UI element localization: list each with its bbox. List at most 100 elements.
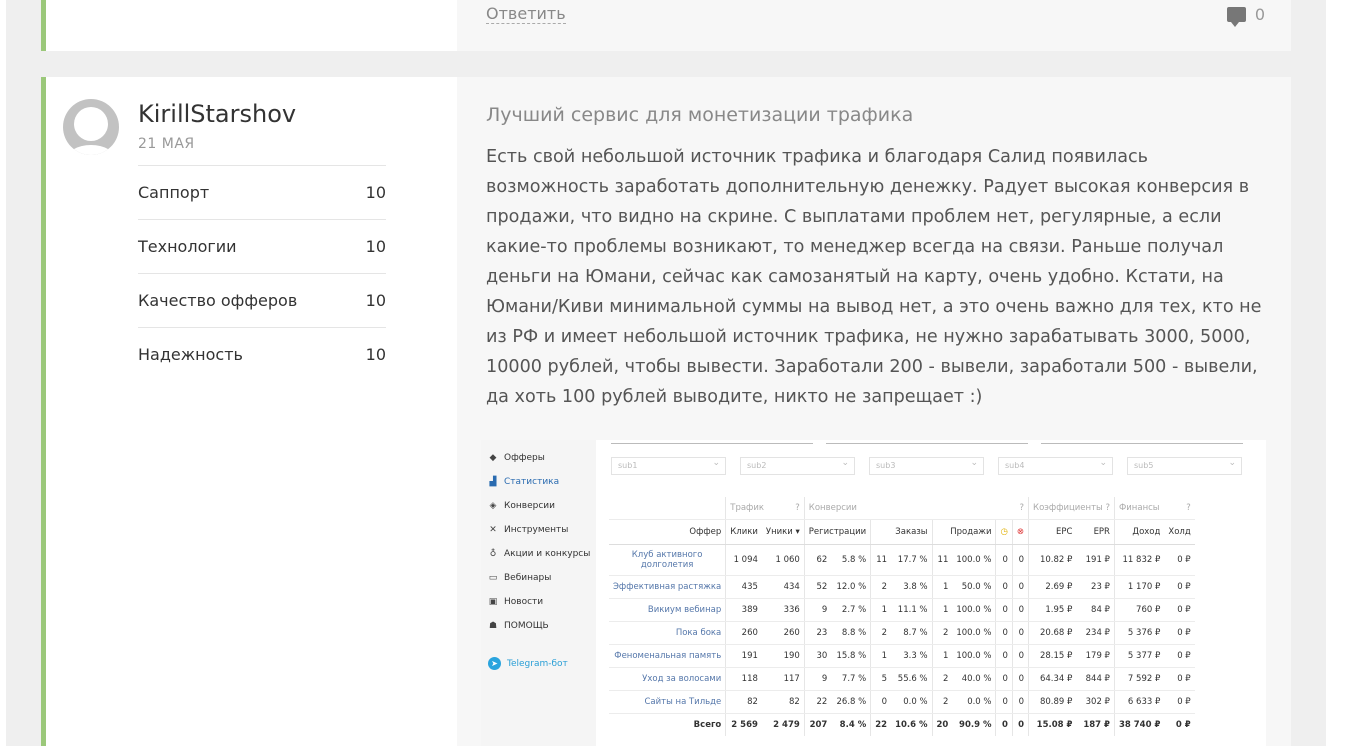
table-row: Пока бока 260 260 23 8.8 % 2 8.7 % 2 100.0 % 0 0 20… [609,621,1195,645]
table-cell-orders-pct: 55.6 % [891,667,933,691]
table-cell-income: 7 592 ₽ [1113,667,1165,691]
table-cell-sales: 20 [931,713,953,736]
sub-filter-select: sub3 [869,457,984,475]
table-cell-uniques: 190 [761,644,805,668]
table-cell-reg-pct: 12.0 % [831,575,871,599]
table-cell-pending: 0 [995,644,1013,668]
filter-underline [1041,443,1243,444]
table-header: Оффер Клики Уники ▾ Регистрации Заказы П… [609,519,1195,545]
review-screenshot[interactable]: ◆ Офферы ▟ Статистика ◈ Конверсии ✕ Инструме… [481,440,1266,746]
table-cell-pending: 0 [995,690,1013,714]
table-cell-epr: 84 ₽ [1076,598,1115,622]
table-cell-reg: 9 [803,598,832,622]
table-cell-rejected: 0 [1011,644,1029,668]
table-cell-orders-pct: 3.3 % [891,644,933,668]
table-cell-reg-pct: 15.8 % [831,644,871,668]
table-cell-income: 1 170 ₽ [1113,575,1165,599]
clock-icon: ◷ [995,519,1013,545]
avatar-head-icon [74,107,108,141]
table-cell-rejected: 0 [1011,690,1029,714]
table-cell-clicks: 1 094 [725,544,762,576]
table-cell-sales: 2 [931,667,953,691]
sub-filter-select: sub4 [998,457,1113,475]
tools-icon: ✕ [489,525,497,535]
table-body: Клуб активного долголетия 1 094 1 060 62 5.8… [609,544,1195,736]
table-cell-pending: 0 [995,575,1013,599]
table-cell-rejected: 0 [1011,544,1029,576]
menu-item-label: Вебинары [504,573,552,583]
help-icon: ? [1019,503,1025,513]
telegram-icon: ➤ [488,657,501,670]
table-cell-orders: 1 [870,644,892,668]
table-cell-reg: 30 [803,644,832,668]
table-cell-rejected: 0 [1011,667,1029,691]
rating-value: 10 [365,183,386,202]
table-cell-pending: 0 [995,713,1013,736]
table-cell-sales-pct: 100.0 % [952,621,996,645]
reply-link[interactable]: Ответить [486,5,566,24]
table-row: Эффективная растяжка 435 434 52 12.0 % 2 3.8 %… [609,575,1195,599]
ratings-list: Саппорт 10 Технологии 10 Качество офферо… [138,165,386,381]
table-cell-sales-pct: 0.0 % [952,690,996,714]
sub-filter-select: sub5 [1127,457,1242,475]
table-cell-orders-pct: 0.0 % [891,690,933,714]
column-header: Клики [725,519,762,545]
table-cell-hold: 0 ₽ [1164,621,1195,645]
table-cell-reg-pct: 26.8 % [831,690,871,714]
review-text: Есть свой небольшой источник трафика и б… [486,147,1262,407]
medal-icon: ♁ [489,549,497,559]
table-cell-uniques: 117 [761,667,805,691]
menu-item-webinars: ▭ Вебинары [488,573,552,583]
rating-row: Саппорт 10 [138,165,386,219]
target-icon: ◈ [489,501,497,511]
table-cell-reg-pct: 2.7 % [831,598,871,622]
table-cell-sales-pct: 100.0 % [952,544,996,576]
table-cell-income: 5 377 ₽ [1113,644,1165,668]
table-cell-pending: 0 [995,621,1013,645]
help-icon: ? [1105,503,1110,513]
table-cell-epc: 80.89 ₽ [1028,690,1077,714]
statistics-table: Трафик? Конверсии? Коэффициенты ? Финанс… [609,497,1195,736]
previous-comment: Ответить 0 [41,0,1291,51]
table-cell-epr: 302 ₽ [1076,690,1115,714]
table-cell-orders: 2 [870,621,892,645]
menu-item-label: Статистика [504,477,560,487]
table-cell-sales-pct: 50.0 % [952,575,996,599]
table-cell-hold: 0 ₽ [1164,644,1195,668]
table-cell-epc: 2.69 ₽ [1028,575,1077,599]
column-header: Заказы [870,519,933,545]
table-cell-epc: 64.34 ₽ [1028,667,1077,691]
table-cell-epr: 191 ₽ [1076,544,1115,576]
author-name[interactable]: KirillStarshov [138,100,296,128]
table-cell-offer: Уход за волосами [609,667,726,691]
reject-icon: ⊗ [1011,519,1029,545]
menu-item-label: ПОМОЩЬ [504,621,549,631]
menu-item-statistics: ▟ Статистика [488,477,560,487]
filter-underline [826,443,1028,444]
column-header: Продажи [931,519,996,545]
menu-item-label: Акции и конкурсы [504,549,591,559]
sub-filter-select: sub2 [740,457,855,475]
review-author-column: KirillStarshov 21 МАЯ Саппорт 10 Техноло… [46,77,457,746]
avatar[interactable] [63,99,119,155]
table-cell-clicks: 82 [725,690,762,714]
table-cell-offer: Пока бока [609,621,726,645]
table-cell-sales-pct: 100.0 % [952,644,996,668]
menu-item-label: Офферы [504,453,545,463]
table-cell-income: 11 832 ₽ [1113,544,1165,576]
table-cell-rejected: 0 [1011,598,1029,622]
group-label: Конверсии [808,503,857,513]
table-cell-sales-pct: 100.0 % [952,598,996,622]
table-cell-clicks: 2 569 [725,713,762,736]
table-row: Уход за волосами 118 117 9 7.7 % 5 55.6 % 2 40.0… [609,667,1195,691]
rating-row: Технологии 10 [138,219,386,273]
table-cell-uniques: 260 [761,621,805,645]
comments-counter[interactable]: 0 [1226,5,1265,27]
table-cell-hold: 0 ₽ [1164,544,1195,576]
table-row: Всего 2 569 2 479 207 8.4 % 22 10.6 % 20 90.9 % 0… [609,713,1195,736]
menu-item-telegram: ➤ Telegram-бот [488,657,568,670]
review-card: KirillStarshov 21 МАЯ Саппорт 10 Техноло… [41,77,1291,746]
comments-count: 0 [1254,5,1265,24]
table-cell-income: 6 633 ₽ [1113,690,1165,714]
column-header: Холд [1164,519,1195,545]
